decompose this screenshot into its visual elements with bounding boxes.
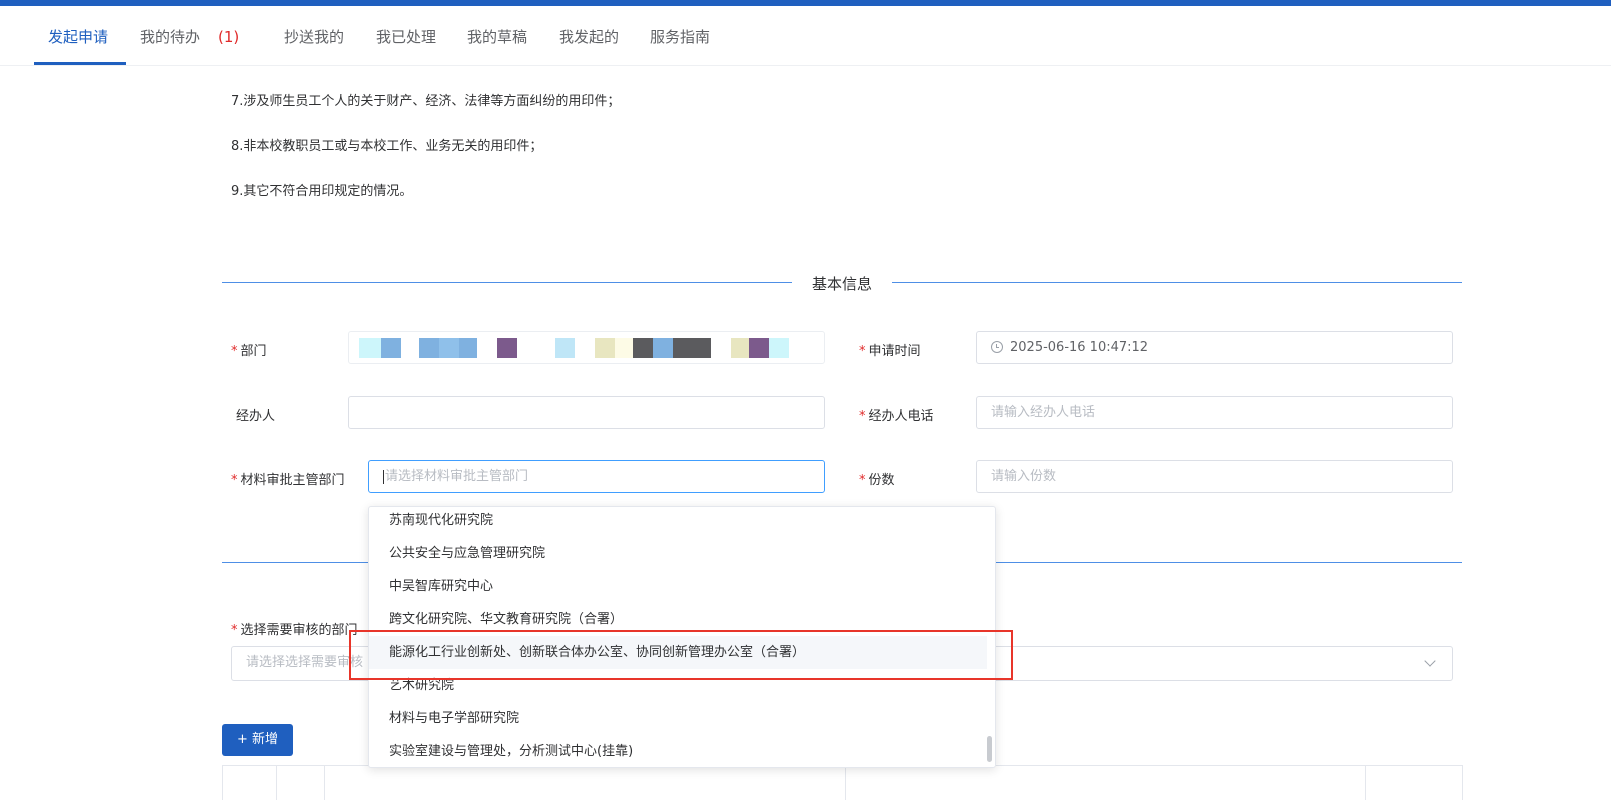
table-col-divider <box>276 765 277 800</box>
rule-item-8: 8.非本校教职员工或与本校工作、业务无关的用印件； <box>231 139 543 154</box>
dropdown-option[interactable]: 苏南现代化研究院 <box>369 507 987 537</box>
tab-guide[interactable]: 服务指南 <box>650 26 710 47</box>
table-col-divider <box>1462 765 1463 800</box>
dropdown-option[interactable]: 材料与电子学部研究院 <box>369 702 987 735</box>
todo-count-badge: (1) <box>218 28 240 46</box>
redacted-mosaic <box>359 338 789 358</box>
review-dept-label: * 选择需要审核的部门 <box>231 623 358 638</box>
department-field[interactable] <box>348 331 825 364</box>
copies-label: * 份数 <box>859 473 895 488</box>
handler-input[interactable] <box>348 396 825 429</box>
section-divider-right <box>892 282 1462 283</box>
section-divider-left <box>222 282 792 283</box>
dropdown-option[interactable]: 实验室建设与管理处，分析测试中心(挂靠) <box>369 735 987 767</box>
table-col-divider <box>1365 765 1366 800</box>
material-dept-select[interactable]: 请选择材料审批主管部门 <box>368 460 825 493</box>
material-dept-label: * 材料审批主管部门 <box>231 473 345 488</box>
tab-todo-label: 我的待办 <box>140 28 201 46</box>
tab-cc-me[interactable]: 抄送我的 <box>284 26 344 47</box>
table-col-divider <box>324 765 325 800</box>
tab-initiated[interactable]: 我发起的 <box>559 26 619 47</box>
apply-time-value: 2025-06-16 10:47:12 <box>1010 340 1149 355</box>
apply-time-label: * 申请时间 <box>859 344 921 359</box>
rule-item-9: 9.其它不符合用印规定的情况。 <box>231 184 413 199</box>
tab-drafts[interactable]: 我的草稿 <box>467 26 527 47</box>
tab-bar: 发起申请 我的待办 (1) 抄送我的 我已处理 我的草稿 我发起的 服务指南 <box>0 6 1611 66</box>
tab-processed[interactable]: 我已处理 <box>376 26 436 47</box>
department-label: * 部门 <box>231 344 267 359</box>
dropdown-scrollbar[interactable] <box>987 736 992 762</box>
copies-input[interactable]: 请输入份数 <box>976 460 1453 493</box>
clock-icon <box>991 340 1003 353</box>
rule-item-7: 7.涉及师生员工个人的关于财产、经济、法律等方面纠纷的用印件； <box>231 94 621 109</box>
annotation-highlight-box <box>349 630 1013 680</box>
active-tab-indicator <box>34 62 126 65</box>
text-caret <box>383 469 384 484</box>
handler-label: 经办人 <box>236 409 276 424</box>
chevron-down-icon <box>1424 655 1436 667</box>
tab-initiate[interactable]: 发起申请 <box>48 26 108 47</box>
dropdown-option[interactable]: 公共安全与应急管理研究院 <box>369 537 987 570</box>
handler-phone-input[interactable]: 请输入经办人电话 <box>976 396 1453 429</box>
dropdown-option[interactable]: 中吴智库研究中心 <box>369 570 987 603</box>
apply-time-field[interactable]: 2025-06-16 10:47:12 <box>976 331 1453 364</box>
table-col-divider <box>845 765 846 800</box>
tab-todo[interactable]: 我的待办 (1) <box>140 26 239 47</box>
table-col-divider <box>222 765 223 800</box>
section-title: 基本信息 <box>811 275 872 293</box>
add-button[interactable]: + 新增 <box>222 724 293 756</box>
handler-phone-label: * 经办人电话 <box>859 409 934 424</box>
